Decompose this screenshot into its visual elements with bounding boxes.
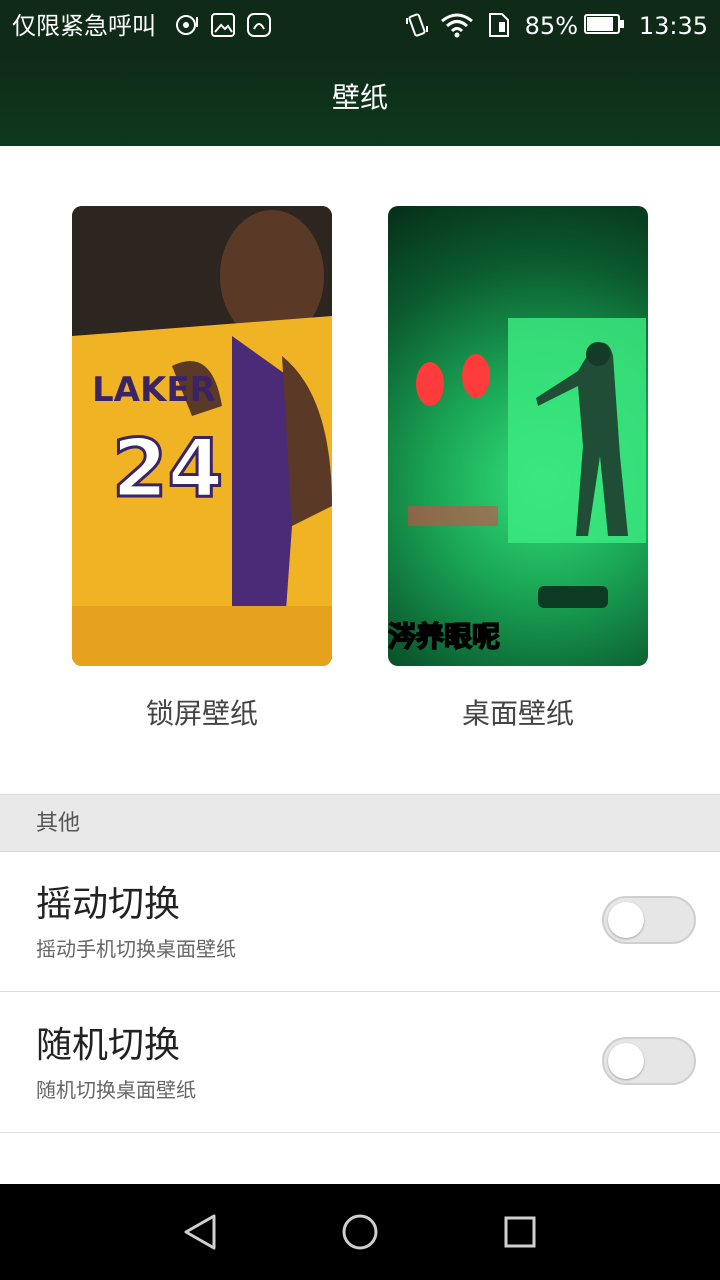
- home-icon[interactable]: [336, 1208, 384, 1256]
- sim-icon: [489, 13, 509, 37]
- battery-percent: 85%: [524, 12, 578, 40]
- shake-switch-toggle[interactable]: [602, 896, 696, 944]
- navigation-bar: [0, 1184, 720, 1280]
- setting-subtitle: 随机切换桌面壁纸: [36, 1078, 196, 1102]
- setting-subtitle: 摇动手机切换桌面壁纸: [36, 937, 236, 961]
- toggle-knob: [608, 902, 644, 938]
- battery-icon: [584, 14, 626, 36]
- wifi-icon: [441, 13, 473, 38]
- homescreen-wallpaper-image: 涔养眼呢: [388, 318, 646, 654]
- lockscreen-wallpaper-label: 锁屏壁纸: [145, 697, 258, 730]
- back-icon[interactable]: [176, 1208, 224, 1256]
- huawei-icon: [247, 13, 271, 37]
- svg-text:24: 24: [112, 422, 223, 515]
- vibrate-icon: [406, 13, 428, 37]
- hotspot-icon: [176, 15, 198, 35]
- homescreen-wallpaper-preview[interactable]: 涔养眼呢: [388, 206, 648, 666]
- setting-title: 随机切换: [36, 1025, 181, 1066]
- random-switch-toggle[interactable]: [602, 1037, 696, 1085]
- homescreen-wallpaper-label: 桌面壁纸: [461, 697, 574, 730]
- section-header-other: 其他: [0, 794, 720, 852]
- image-icon: [211, 13, 235, 37]
- app-bar: 壁纸: [0, 52, 720, 146]
- clock: 13:35: [638, 12, 708, 40]
- section-title: 其他: [36, 811, 81, 836]
- setting-row-random-switch[interactable]: 随机切换 随机切换桌面壁纸: [0, 993, 720, 1133]
- recents-icon[interactable]: [496, 1208, 544, 1256]
- wallpaper-overlay-text: 涔养眼呢: [388, 620, 500, 653]
- setting-row-shake-switch[interactable]: 摇动切换 摇动手机切换桌面壁纸: [0, 852, 720, 992]
- setting-title: 摇动切换: [36, 884, 181, 925]
- toggle-knob: [608, 1043, 644, 1079]
- lockscreen-wallpaper-image: LAKER 24: [72, 206, 332, 666]
- lockscreen-wallpaper-preview[interactable]: LAKER 24: [72, 206, 332, 666]
- page-title: 壁纸: [331, 81, 388, 114]
- carrier-text: 仅限紧急呼叫: [12, 12, 156, 40]
- status-bar: 仅限紧急呼叫 85% 13:35: [0, 0, 720, 52]
- svg-text:LAKER: LAKER: [92, 370, 216, 410]
